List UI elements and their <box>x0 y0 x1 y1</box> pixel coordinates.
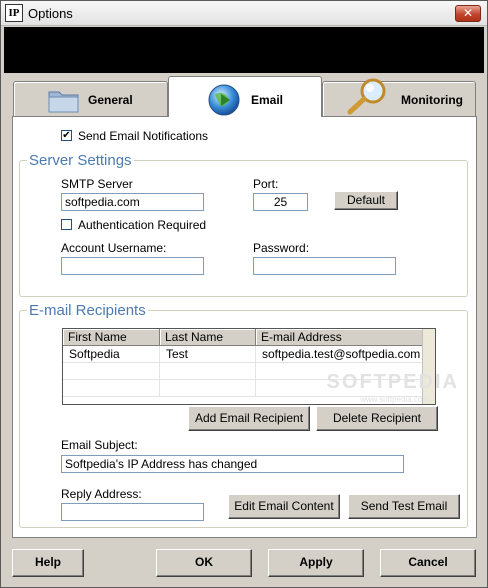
header-banner <box>4 27 484 73</box>
table-cell-last-name[interactable]: Test <box>160 346 256 363</box>
email-recipients-title: E-mail Recipients <box>27 302 148 319</box>
send-test-email-button[interactable]: Send Test Email <box>348 494 460 519</box>
tab-email[interactable]: Email <box>168 76 322 117</box>
window-title: Options <box>28 6 73 21</box>
tab-general[interactable]: General <box>13 81 168 116</box>
softpedia-watermark-url: www.softpedia.com <box>360 395 429 404</box>
default-port-button[interactable]: Default <box>334 191 398 210</box>
password-label: Password: <box>253 241 310 255</box>
options-window: IP Options ✕ General Email Monitoring ✔ … <box>0 0 488 588</box>
column-header-first-name[interactable]: First Name <box>63 329 160 346</box>
tab-monitoring[interactable]: Monitoring <box>322 78 476 116</box>
softpedia-watermark: SOFTPEDIA <box>326 371 459 393</box>
column-header-email[interactable]: E-mail Address <box>256 329 423 346</box>
email-globe-icon <box>207 83 241 120</box>
table-empty-cell[interactable] <box>160 380 256 397</box>
port-label: Port: <box>253 177 279 191</box>
reply-address-input[interactable] <box>61 503 204 521</box>
tab-monitoring-label: Monitoring <box>401 93 463 107</box>
folder-icon <box>48 88 80 117</box>
server-settings-title: Server Settings <box>27 152 134 169</box>
authentication-label: Authentication Required <box>78 218 207 232</box>
edit-email-content-button[interactable]: Edit Email Content <box>228 494 340 519</box>
table-cell-first-name[interactable]: Softpedia <box>63 346 160 363</box>
tab-general-label: General <box>88 93 133 107</box>
smtp-server-label: SMTP Server <box>61 177 133 191</box>
port-input[interactable]: 25 <box>253 193 308 211</box>
authentication-checkbox[interactable] <box>61 219 72 230</box>
table-cell-email[interactable]: softpedia.test@softpedia.com <box>256 346 423 363</box>
email-subject-label: Email Subject: <box>61 438 138 452</box>
checkmark-icon: ✔ <box>62 130 71 141</box>
table-empty-cell[interactable] <box>63 363 160 380</box>
tab-email-label: Email <box>251 93 284 107</box>
send-notifications-checkbox[interactable]: ✔ <box>61 130 72 141</box>
table-empty-cell[interactable] <box>160 363 256 380</box>
close-button[interactable]: ✕ <box>455 5 481 22</box>
table-empty-cell[interactable] <box>63 380 160 397</box>
account-username-label: Account Username: <box>61 241 167 255</box>
apply-button[interactable]: Apply <box>268 549 364 577</box>
smtp-server-input[interactable]: softpedia.com <box>61 193 204 211</box>
app-icon: IP <box>5 4 23 22</box>
password-input[interactable] <box>253 257 396 275</box>
column-header-last-name[interactable]: Last Name <box>160 329 256 346</box>
magnifier-icon <box>345 77 389 118</box>
reply-address-label: Reply Address: <box>61 487 142 501</box>
help-button[interactable]: Help <box>12 549 84 577</box>
send-notifications-label: Send Email Notifications <box>78 129 209 143</box>
title-bar[interactable]: IP Options ✕ <box>1 1 487 26</box>
email-subject-input[interactable]: Softpedia's IP Address has changed <box>61 455 404 473</box>
email-panel: ✔ Send Email Notifications Server Settin… <box>12 116 477 538</box>
add-email-recipient-button[interactable]: Add Email Recipient <box>188 406 310 431</box>
account-username-input[interactable] <box>61 257 204 275</box>
cancel-button[interactable]: Cancel <box>380 549 476 577</box>
ok-button[interactable]: OK <box>156 549 252 577</box>
delete-recipient-button[interactable]: Delete Recipient <box>316 406 438 431</box>
